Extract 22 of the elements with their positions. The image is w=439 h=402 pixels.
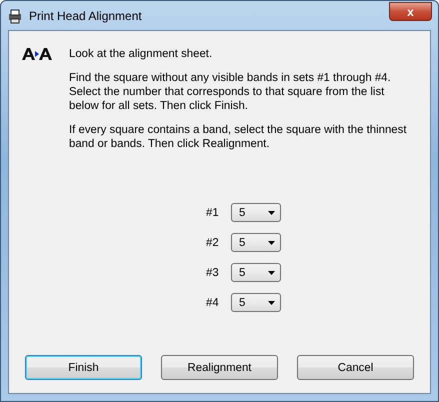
dropdown-arrow-icon	[268, 240, 275, 244]
set-label: #1	[206, 206, 220, 218]
set-label: #2	[206, 236, 220, 248]
set-dropdown[interactable]: 5	[231, 263, 281, 282]
dropdown-arrow-icon	[268, 300, 275, 304]
dropdown-arrow-icon	[268, 210, 275, 214]
dialog-button[interactable]: Cancel	[297, 355, 414, 380]
instruction-text: Look at the alignment sheet.	[69, 47, 214, 61]
printer-icon	[7, 8, 23, 24]
alignment-icon	[22, 47, 52, 61]
set-dropdown[interactable]: 5	[231, 233, 281, 252]
dropdown-arrow-icon	[268, 270, 275, 274]
instruction-text: Find the square without any visible bands in sets #1 through #4. Select the number that corresponds to that square from the list below for all sets. Then click Finish.	[69, 71, 392, 113]
dialog-button[interactable]: Realignment	[161, 355, 278, 380]
instruction-text: If every square contains a band, select the square with the thinnest band or bands. Then click Realignment.	[69, 123, 408, 151]
set-dropdown[interactable]: 5	[231, 203, 281, 222]
close-button[interactable]: x	[389, 2, 432, 21]
set-label: #3	[206, 266, 220, 278]
default-button[interactable]: Finish	[25, 355, 142, 380]
set-dropdown[interactable]: 5	[231, 293, 281, 312]
set-label: #4	[206, 296, 220, 308]
window-title: Print Head Alignment	[29, 8, 143, 22]
